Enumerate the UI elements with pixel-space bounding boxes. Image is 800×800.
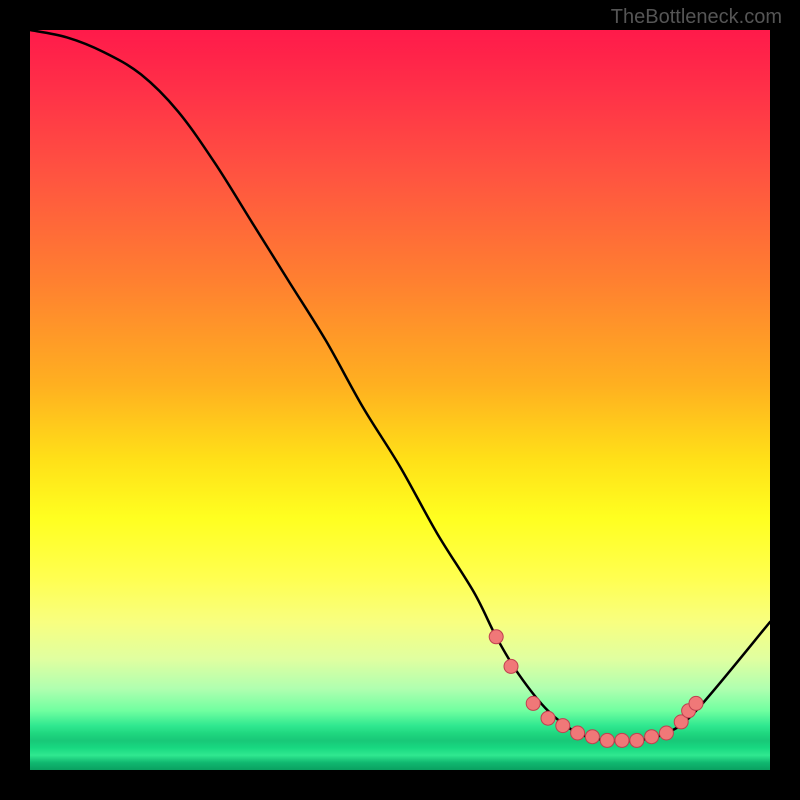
curve-marker — [630, 733, 644, 747]
watermark-text: TheBottleneck.com — [611, 6, 782, 29]
curve-marker — [526, 696, 540, 710]
curve-marker — [645, 730, 659, 744]
chart-svg — [30, 30, 770, 770]
curve-marker — [489, 630, 503, 644]
curve-marker — [585, 730, 599, 744]
curve-marker — [504, 659, 518, 673]
curve-marker — [615, 733, 629, 747]
curve-marker — [571, 726, 585, 740]
plot-area — [30, 30, 770, 770]
curve-marker — [659, 726, 673, 740]
curve-marker — [689, 696, 703, 710]
curve-marker — [600, 733, 614, 747]
curve-marker — [541, 711, 555, 725]
curve-line — [30, 30, 770, 741]
curve-markers — [489, 630, 703, 748]
curve-marker — [556, 719, 570, 733]
